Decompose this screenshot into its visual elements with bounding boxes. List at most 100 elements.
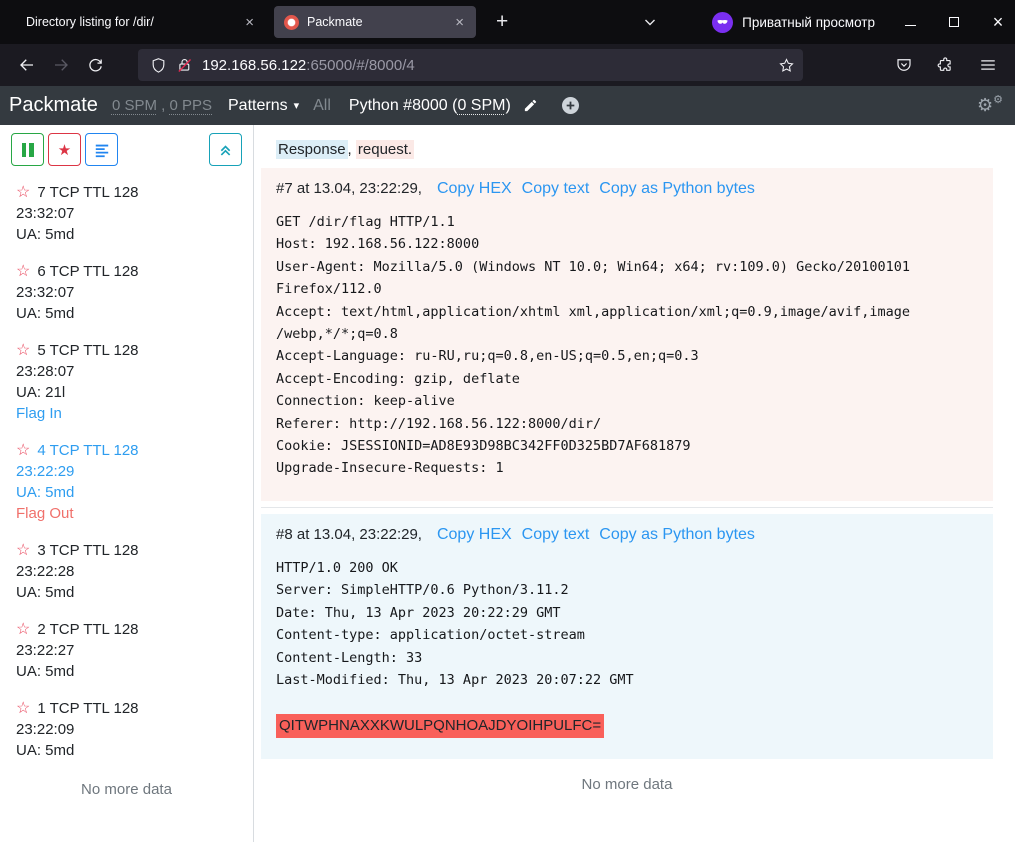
menu-hamburger-icon[interactable] [971, 50, 1005, 80]
edit-service-pencil-icon[interactable] [523, 98, 538, 113]
packet-list-item[interactable]: ☆6 TCP TTL 12823:32:07UA: 5md [16, 261, 243, 324]
copy-action-link[interactable]: Copy as Python bytes [599, 180, 755, 198]
packet-time: 23:22:28 [16, 561, 243, 582]
packmate-favicon-icon [284, 15, 299, 30]
packet-card-header: #7 at 13.04, 23:22:29, Copy HEX Copy text C… [276, 180, 978, 198]
packet-list-item[interactable]: ☆ 7 TCP TTL 12823:32:07UA: 5md [16, 182, 243, 245]
settings-gears-icon[interactable]: ⚙⚙ [977, 95, 1003, 117]
packmate-navbar: Packmate 0 SPM , 0 PPS Patterns▾ All Pyt… [0, 86, 1015, 125]
url-host: 192.168.56.122 [202, 57, 306, 74]
packet-list-item[interactable]: ☆5 TCP TTL 12823:28:07UA: 21lFlag In [16, 340, 243, 424]
packet-list: ☆7 TCP TTL 12823:32:07UA: 5md☆6 TCP TTL … [0, 182, 253, 761]
tab-close-icon[interactable]: × [243, 14, 256, 31]
packet-flag-label: Flag Out [16, 503, 243, 524]
insecure-lock-icon[interactable] [176, 57, 193, 74]
packet-time: 23:22:09 [16, 719, 243, 740]
new-tab-button[interactable]: + [490, 10, 514, 34]
window-minimize-button[interactable] [903, 15, 917, 29]
packet-time: 23:32:07 [16, 203, 243, 224]
packet-payload: HTTP/1.0 200 OKServer: SimpleHTTP/0.6 Py… [276, 557, 978, 738]
pause-icon [22, 143, 34, 157]
copy-action-link[interactable]: Copy HEX [437, 180, 512, 198]
sidebar-toolbar: ★ [0, 133, 253, 166]
private-badge-label: Приватный просмотр [742, 15, 875, 30]
forward-button[interactable] [44, 50, 78, 80]
packet-user-agent: UA: 5md [16, 661, 243, 682]
list-view-button[interactable] [85, 133, 118, 166]
packet-id: 1 TCP TTL 128 [37, 698, 138, 719]
browser-tab-directory-listing[interactable]: Directory listing for /dir/ × [16, 6, 266, 38]
packet-list-item[interactable]: ☆4 TCP TTL 12823:22:29UA: 5mdFlag Out [16, 440, 243, 524]
shield-icon[interactable] [150, 57, 167, 74]
window-controls: × [903, 15, 1005, 29]
favorite-star-icon[interactable]: ☆ [16, 543, 30, 559]
browser-tab-packmate[interactable]: Packmate × [274, 6, 476, 38]
packet-id: 3 TCP TTL 128 [37, 540, 138, 561]
packet-time: 23:22:29 [16, 461, 243, 482]
favorites-filter-button[interactable]: ★ [48, 133, 81, 166]
extensions-puzzle-icon[interactable] [929, 50, 963, 80]
flag-match-highlight: QITWPHNAXXKWULPQNHOAJDYOIHPULFC= [276, 714, 604, 738]
tab-title: Packmate [307, 15, 447, 29]
url-bar[interactable]: 192.168.56.122:65000/#/8000/4 [138, 49, 803, 81]
browser-toolbar-icons [887, 50, 1005, 80]
copy-action-link[interactable]: Copy text [522, 180, 590, 198]
pause-capture-button[interactable] [11, 133, 44, 166]
packet-sidebar: ★ ☆7 TCP TTL 12823:32:07UA: 5md☆6 TCP TT… [0, 125, 254, 842]
packet-id: 6 TCP TTL 128 [37, 261, 138, 282]
packet-time: 23:22:27 [16, 640, 243, 661]
favorite-star-icon[interactable]: ☆ [16, 622, 30, 638]
packet-list-item[interactable]: ☆ 2 TCP TTL 12823:22:27UA: 5md [16, 619, 243, 682]
packet-header-label: #7 at 13.04, 23:22:29, [276, 180, 422, 197]
packet-flag-label: Flag In [16, 403, 243, 424]
browser-navigation-bar: 192.168.56.122:65000/#/8000/4 [0, 44, 1015, 86]
favorite-star-icon[interactable]: ☆ [16, 701, 30, 717]
app-brand[interactable]: Packmate [9, 94, 98, 117]
packet-card-response: #8 at 13.04, 23:22:29, Copy HEX Copy text C… [261, 514, 993, 759]
tab-title: Directory listing for /dir/ [26, 15, 237, 29]
favorite-star-icon[interactable]: ☆ [16, 185, 30, 201]
content-area: ★ ☆7 TCP TTL 12823:32:07UA: 5md☆6 TCP TT… [0, 125, 1015, 842]
service-tab-python-8000[interactable]: Python #8000 (0 SPM) [349, 97, 511, 115]
url-path: :65000/#/8000/4 [306, 57, 414, 74]
collapse-panel-button[interactable] [209, 133, 242, 166]
browser-tab-bar: Directory listing for /dir/ × Packmate ×… [0, 0, 1015, 44]
window-maximize-button[interactable] [947, 15, 961, 29]
direction-legend: Response, request. [276, 141, 993, 158]
packet-list-item[interactable]: ☆ 1 TCP TTL 12823:22:09UA: 5md [16, 698, 243, 761]
private-mask-icon [712, 12, 733, 33]
caret-down-icon: ▾ [294, 99, 300, 112]
double-chevron-up-icon [218, 142, 233, 157]
pps-stat: 0 PPS [169, 97, 212, 114]
pocket-icon[interactable] [887, 50, 921, 80]
packet-list-item[interactable]: ☆ 3 TCP TTL 12823:22:28UA: 5md [16, 540, 243, 603]
packet-user-agent: UA: 5md [16, 740, 243, 761]
packet-id: 7 TCP TTL 128 [37, 182, 138, 203]
copy-action-link[interactable]: Copy HEX [437, 526, 512, 544]
align-left-icon [94, 142, 110, 158]
traffic-stats: 0 SPM , 0 PPS [112, 97, 212, 114]
sidebar-no-more-data: No more data [0, 781, 253, 798]
packet-user-agent: UA: 5md [16, 224, 243, 245]
add-service-button[interactable] [562, 97, 579, 114]
packet-user-agent: UA: 5md [16, 582, 243, 603]
patterns-dropdown[interactable]: Patterns▾ [228, 97, 299, 115]
window-close-button[interactable]: × [991, 15, 1005, 29]
url-text[interactable]: 192.168.56.122:65000/#/8000/4 [202, 57, 769, 74]
tab-close-icon[interactable]: × [453, 14, 466, 31]
packet-time: 23:28:07 [16, 361, 243, 382]
spm-stat: 0 SPM [112, 97, 157, 114]
favorite-star-icon[interactable]: ☆ [16, 343, 30, 359]
tab-overflow-chevron-icon[interactable] [642, 14, 658, 30]
packet-header-label: #8 at 13.04, 23:22:29, [276, 526, 422, 543]
copy-action-link[interactable]: Copy text [522, 526, 590, 544]
reload-button[interactable] [78, 50, 112, 80]
all-services-link[interactable]: All [313, 97, 331, 115]
copy-action-link[interactable]: Copy as Python bytes [599, 526, 755, 544]
packet-id: 2 TCP TTL 128 [37, 619, 138, 640]
packet-time: 23:32:07 [16, 282, 243, 303]
favorite-star-icon[interactable]: ☆ [16, 443, 30, 459]
favorite-star-icon[interactable]: ☆ [16, 264, 30, 280]
bookmark-star-icon[interactable] [778, 57, 795, 74]
back-button[interactable] [10, 50, 44, 80]
